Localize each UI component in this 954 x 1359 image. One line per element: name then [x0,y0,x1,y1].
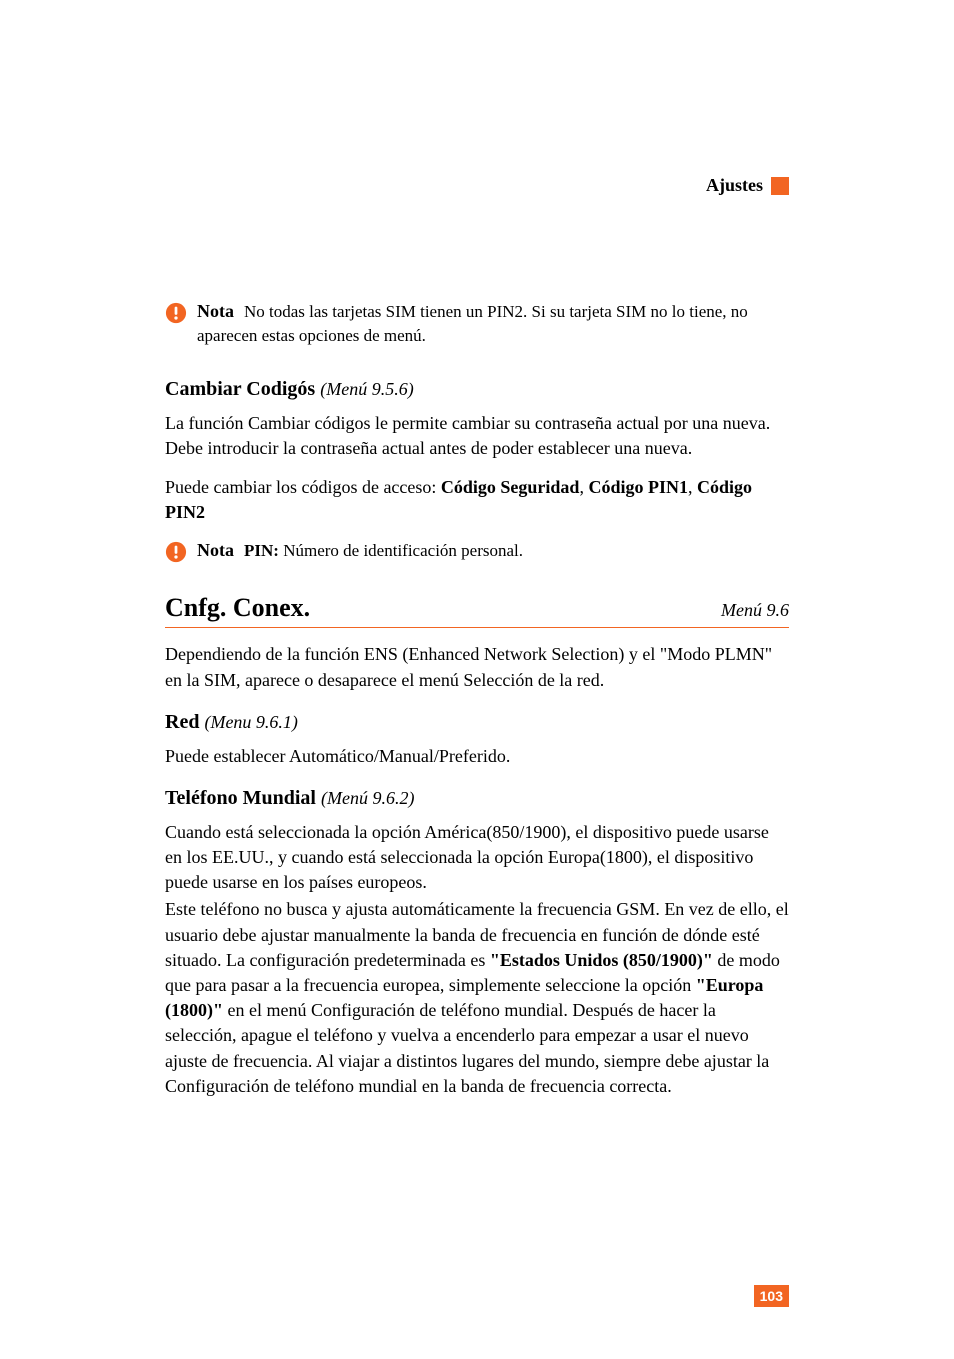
bold-pin: PIN: [244,541,279,560]
note-block-2: Nota PIN: Número de identificación perso… [165,539,789,563]
subheading-cambiar-codigos: Cambiar Codigós (Menú 9.5.6) [165,378,789,401]
page-number: 103 [754,1285,789,1307]
text-c: en el menú Configuración de teléfono mun… [165,1000,769,1096]
paragraph-s4-p1: Cuando está seleccionada la opción Améri… [165,820,789,896]
paragraph-s4-p2: Este teléfono no busca y ajusta automáti… [165,897,789,1099]
note-body: Nota PIN: Número de identificación perso… [197,539,789,563]
main-heading-cnfg-conex: Cnfg. Conex. Menú 9.6 [165,593,789,628]
paragraph-s3-p1: Puede establecer Automático/Manual/Prefe… [165,744,789,769]
note-label: Nota [197,540,234,560]
page-header: Ajustes [706,175,789,196]
main-heading-menu: Menú 9.6 [721,600,789,621]
note-text: No todas las tarjetas SIM tienen un PIN2… [197,302,748,345]
subheading-menu: (Menú 9.5.6) [320,379,413,399]
page-content: Nota No todas las tarjetas SIM tienen un… [165,300,789,1099]
paragraph-s1-p1: La función Cambiar códigos le permite ca… [165,411,789,461]
paragraph-s1-p2: Puede cambiar los códigos de acceso: Cód… [165,475,789,525]
note-block-1: Nota No todas las tarjetas SIM tienen un… [165,300,789,348]
header-accent-square [771,177,789,195]
subheading-text: Cambiar Codigós [165,378,315,400]
header-title: Ajustes [706,175,763,196]
subheading-menu: (Menú 9.6.2) [321,788,414,808]
main-heading-text: Cnfg. Conex. [165,593,310,623]
note-rest: Número de identificación personal. [279,541,523,560]
subheading-menu: (Menu 9.6.1) [204,712,297,732]
subheading-red: Red (Menu 9.6.1) [165,711,789,734]
paragraph-s2-p1: Dependiendo de la función ENS (Enhanced … [165,642,789,692]
note-body: Nota No todas las tarjetas SIM tienen un… [197,300,789,348]
text-prefix: Puede cambiar los códigos de acceso: [165,477,441,497]
note-label: Nota [197,301,234,321]
subheading-text: Teléfono Mundial [165,787,316,809]
alert-icon [165,302,187,324]
bold-codigo-pin1: Código PIN1 [588,477,688,497]
note-text: PIN: Número de identificación personal. [244,541,523,560]
subheading-text: Red [165,711,199,733]
bold-codigo-seguridad: Código Seguridad [441,477,580,497]
alert-icon [165,541,187,563]
subheading-telefono-mundial: Teléfono Mundial (Menú 9.6.2) [165,787,789,810]
text-sep: , [688,477,697,497]
bold-us: "Estados Unidos (850/1900)" [490,950,713,970]
